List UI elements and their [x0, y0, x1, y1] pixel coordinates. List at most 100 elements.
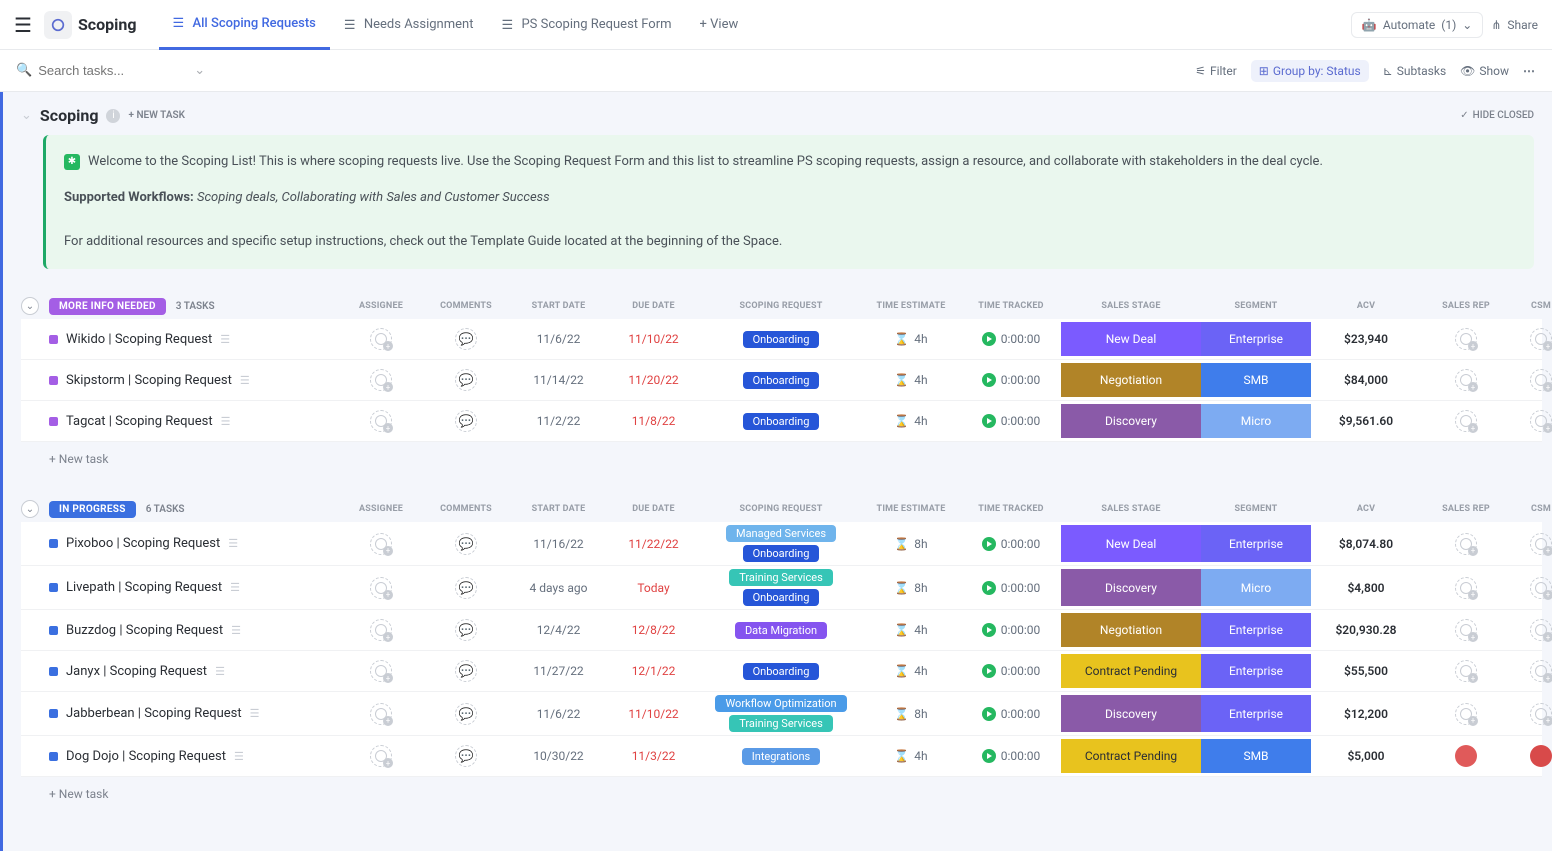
play-icon[interactable]: [982, 623, 996, 637]
hide-closed-button[interactable]: ✓HIDE CLOSED: [1460, 110, 1534, 121]
assignee-placeholder[interactable]: +: [370, 410, 392, 432]
view-tab[interactable]: ☰All Scoping Requests: [159, 0, 330, 50]
column-header[interactable]: DUE DATE: [606, 504, 701, 514]
subtasks-button[interactable]: ⊾Subtasks: [1383, 64, 1446, 78]
sales-stage[interactable]: Negotiation: [1061, 363, 1201, 397]
segment[interactable]: Enterprise: [1201, 613, 1311, 647]
due-date[interactable]: 11/10/22: [606, 707, 701, 721]
scoping-tag[interactable]: Managed Services: [726, 525, 836, 542]
column-header[interactable]: TIME ESTIMATE: [861, 301, 961, 311]
play-icon[interactable]: [982, 581, 996, 595]
column-header[interactable]: ACV: [1311, 301, 1421, 311]
time-estimate[interactable]: ⌛4h: [861, 749, 961, 763]
row-menu-icon[interactable]: ☰: [230, 581, 240, 594]
segment[interactable]: Micro: [1201, 404, 1311, 438]
sales-rep-placeholder[interactable]: +: [1455, 410, 1477, 432]
sales-stage[interactable]: New Deal: [1061, 322, 1201, 356]
column-header[interactable]: TIME TRACKED: [961, 504, 1061, 514]
start-date[interactable]: 11/2/22: [511, 414, 606, 428]
play-icon[interactable]: [982, 332, 996, 346]
view-tab[interactable]: ☰PS Scoping Request Form: [487, 0, 685, 50]
sales-rep-placeholder[interactable]: +: [1455, 369, 1477, 391]
time-tracked[interactable]: 0:00:00: [961, 537, 1061, 551]
time-tracked[interactable]: 0:00:00: [961, 749, 1061, 763]
time-tracked[interactable]: 0:00:00: [961, 581, 1061, 595]
assignee-placeholder[interactable]: +: [370, 328, 392, 350]
csm-placeholder[interactable]: +: [1530, 703, 1552, 725]
column-header[interactable]: COMMENTS: [421, 301, 511, 311]
csm-placeholder[interactable]: +: [1530, 369, 1552, 391]
time-tracked[interactable]: 0:00:00: [961, 414, 1061, 428]
scoping-tag[interactable]: Onboarding: [743, 413, 820, 430]
column-header[interactable]: ACV: [1311, 504, 1421, 514]
scoping-tag[interactable]: Workflow Optimization: [715, 695, 846, 712]
csm-placeholder[interactable]: +: [1530, 533, 1552, 555]
sales-stage[interactable]: Contract Pending: [1061, 739, 1201, 773]
scoping-tag[interactable]: Onboarding: [743, 372, 820, 389]
collapse-group-icon[interactable]: ⌄: [21, 500, 39, 518]
csm-placeholder[interactable]: +: [1530, 328, 1552, 350]
sales-stage[interactable]: Contract Pending: [1061, 654, 1201, 688]
play-icon[interactable]: [982, 707, 996, 721]
play-icon[interactable]: [982, 414, 996, 428]
sales-rep-placeholder[interactable]: +: [1455, 619, 1477, 641]
start-date[interactable]: 11/14/22: [511, 373, 606, 387]
time-tracked[interactable]: 0:00:00: [961, 707, 1061, 721]
group-status-label[interactable]: IN PROGRESS: [49, 501, 136, 518]
scoping-tag[interactable]: Onboarding: [743, 331, 820, 348]
column-header[interactable]: SCOPING REQUEST: [701, 301, 861, 311]
start-date[interactable]: 11/6/22: [511, 707, 606, 721]
time-tracked[interactable]: 0:00:00: [961, 332, 1061, 346]
scoping-tag[interactable]: Training Services: [729, 569, 833, 586]
due-date[interactable]: 11/22/22: [606, 537, 701, 551]
search-box[interactable]: 🔍 ⌄: [16, 63, 205, 78]
assignee-placeholder[interactable]: +: [370, 703, 392, 725]
column-header[interactable]: SEGMENT: [1201, 301, 1311, 311]
assignee-placeholder[interactable]: +: [370, 533, 392, 555]
sales-rep-placeholder[interactable]: +: [1455, 533, 1477, 555]
start-date[interactable]: 11/16/22: [511, 537, 606, 551]
row-menu-icon[interactable]: ☰: [228, 537, 238, 550]
segment[interactable]: SMB: [1201, 363, 1311, 397]
start-date[interactable]: 4 days ago: [511, 581, 606, 595]
sales-stage[interactable]: Discovery: [1061, 569, 1201, 606]
start-date[interactable]: 11/6/22: [511, 332, 606, 346]
comment-icon[interactable]: 💬: [455, 328, 477, 350]
segment[interactable]: Micro: [1201, 569, 1311, 606]
csm-placeholder[interactable]: +: [1530, 410, 1552, 432]
task-row[interactable]: Jabberbean | Scoping Request☰+💬11/6/2211…: [21, 692, 1542, 736]
assignee-placeholder[interactable]: +: [370, 619, 392, 641]
column-header[interactable]: TIME TRACKED: [961, 301, 1061, 311]
segment[interactable]: Enterprise: [1201, 322, 1311, 356]
task-row[interactable]: Wikido | Scoping Request☰+💬11/6/2211/10/…: [21, 319, 1542, 360]
comment-icon[interactable]: 💬: [455, 619, 477, 641]
time-estimate[interactable]: ⌛4h: [861, 664, 961, 678]
column-header[interactable]: ASSIGNEE: [341, 504, 421, 514]
column-header[interactable]: START DATE: [511, 504, 606, 514]
search-input[interactable]: [38, 63, 158, 78]
row-menu-icon[interactable]: ☰: [221, 415, 231, 428]
sales-stage[interactable]: Discovery: [1061, 695, 1201, 732]
due-date[interactable]: 12/1/22: [606, 664, 701, 678]
task-row[interactable]: Buzzdog | Scoping Request☰+💬12/4/2212/8/…: [21, 610, 1542, 651]
column-header[interactable]: SALES REP: [1421, 301, 1511, 311]
csm-placeholder[interactable]: +: [1530, 660, 1552, 682]
scoping-tag[interactable]: Onboarding: [743, 663, 820, 680]
task-row[interactable]: Livepath | Scoping Request☰+💬4 days agoT…: [21, 566, 1542, 610]
column-header[interactable]: SALES REP: [1421, 504, 1511, 514]
time-estimate[interactable]: ⌛4h: [861, 414, 961, 428]
column-header[interactable]: SCOPING REQUEST: [701, 504, 861, 514]
collapse-icon[interactable]: ⌄: [21, 108, 32, 123]
time-tracked[interactable]: 0:00:00: [961, 623, 1061, 637]
column-header[interactable]: COMMENTS: [421, 504, 511, 514]
column-header[interactable]: SALES STAGE: [1061, 301, 1201, 311]
column-header[interactable]: SALES STAGE: [1061, 504, 1201, 514]
play-icon[interactable]: [982, 537, 996, 551]
due-date[interactable]: 11/20/22: [606, 373, 701, 387]
row-menu-icon[interactable]: ☰: [250, 707, 260, 720]
hamburger-icon[interactable]: ☰: [14, 13, 32, 37]
assignee-placeholder[interactable]: +: [370, 369, 392, 391]
comment-icon[interactable]: 💬: [455, 533, 477, 555]
scoping-tag[interactable]: Onboarding: [743, 589, 820, 606]
sales-rep-placeholder[interactable]: +: [1455, 577, 1477, 599]
